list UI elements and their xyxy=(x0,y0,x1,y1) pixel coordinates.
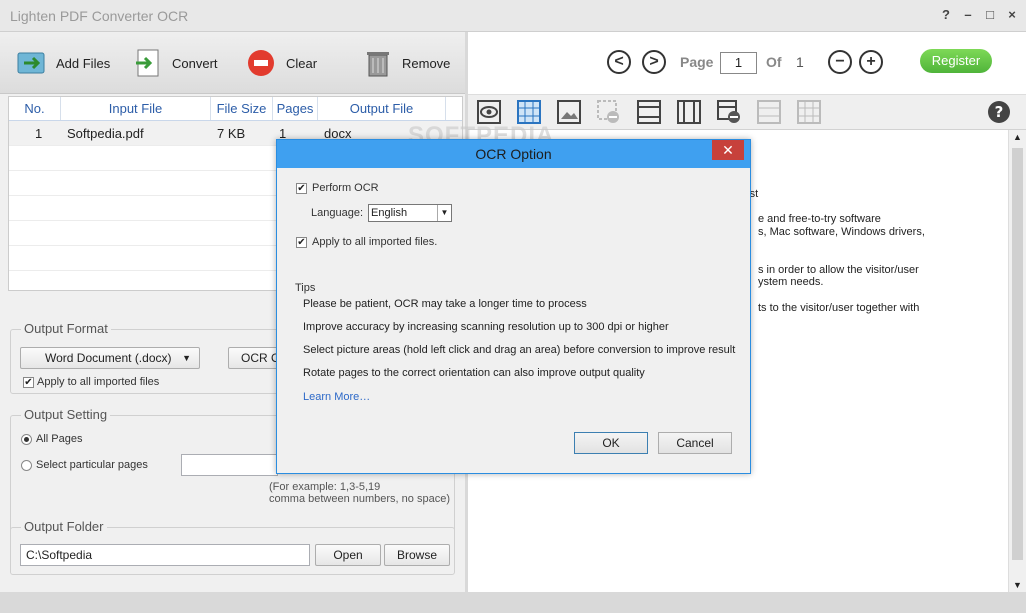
trash-icon xyxy=(362,47,394,79)
window-title: Lighten PDF Converter OCR xyxy=(10,8,189,24)
output-format-select[interactable]: Word Document (.docx) ▼ xyxy=(20,347,200,369)
eye-icon[interactable] xyxy=(477,100,501,124)
output-format-value: Word Document (.docx) xyxy=(45,351,172,365)
doc-line: ystem needs. xyxy=(758,276,824,288)
doc-line: s in order to allow the visitor/user xyxy=(758,264,919,276)
cell-size: 7 KB xyxy=(217,126,246,141)
convert-icon xyxy=(132,47,164,79)
pages-input[interactable] xyxy=(181,454,278,476)
all-pages-radio[interactable] xyxy=(21,434,32,445)
doc-line: ts to the visitor/user together with xyxy=(758,302,920,314)
all-pages-label: All Pages xyxy=(36,433,83,445)
output-format-legend: Output Format xyxy=(21,321,111,336)
browse-folder-button[interactable]: Browse xyxy=(384,544,450,566)
tip-item: Please be patient, OCR may take a longer… xyxy=(303,298,587,310)
remove-region-icon[interactable] xyxy=(717,100,741,124)
open-folder-button[interactable]: Open xyxy=(315,544,381,566)
table-grid-icon xyxy=(797,100,821,124)
cancel-button[interactable]: Cancel xyxy=(658,432,732,454)
image-icon[interactable] xyxy=(557,100,581,124)
total-pages: 1 xyxy=(796,54,804,70)
clear-icon xyxy=(246,47,278,79)
pages-example-2: comma between numbers, no space) xyxy=(269,493,450,505)
cell-input: Softpedia.pdf xyxy=(67,126,144,141)
apply-all-format-label: Apply to all imported files xyxy=(37,376,160,388)
svg-text:?: ? xyxy=(995,103,1004,121)
title-bar: Lighten PDF Converter OCR ? – □ × xyxy=(0,0,1026,32)
main-toolbar: Add Files Convert Clear Remove xyxy=(0,32,465,94)
page-label: Page xyxy=(680,54,714,70)
help-circle-icon[interactable]: ? xyxy=(987,100,1011,124)
ocr-option-dialog: OCR Option ✕ ✔ Perform OCR Language: Eng… xyxy=(276,139,751,474)
of-label: Of xyxy=(766,54,782,70)
scroll-down-icon[interactable]: ▼ xyxy=(1013,580,1022,590)
remove-button[interactable]: Remove xyxy=(362,46,450,80)
output-folder-group: Output Folder C:\Softpedia Open Browse xyxy=(10,519,455,575)
scrollbar-thumb[interactable] xyxy=(1012,148,1023,560)
particular-pages-label: Select particular pages xyxy=(36,459,148,471)
doc-line: s, Mac software, Windows drivers, xyxy=(758,226,925,238)
remove-label: Remove xyxy=(402,55,451,71)
zoom-out-button[interactable]: − xyxy=(828,50,852,74)
next-page-button[interactable]: > xyxy=(642,50,666,74)
language-label: Language: xyxy=(311,207,363,219)
perform-ocr-checkbox[interactable]: ✔ xyxy=(296,183,307,194)
clear-label: Clear xyxy=(286,55,318,71)
prev-page-button[interactable]: < xyxy=(607,50,631,74)
apply-all-format-checkbox[interactable]: ✔ xyxy=(23,377,34,388)
maximize-button[interactable]: □ xyxy=(982,7,998,23)
col-file-size[interactable]: File Size xyxy=(211,97,273,120)
dialog-close-button[interactable]: ✕ xyxy=(712,140,744,160)
col-input-file[interactable]: Input File xyxy=(61,97,211,120)
close-button[interactable]: × xyxy=(1004,7,1020,23)
language-select[interactable]: English ▼ xyxy=(368,204,452,222)
learn-more-link[interactable]: Learn More… xyxy=(303,391,370,403)
clear-button[interactable]: Clear xyxy=(246,46,317,80)
add-files-icon xyxy=(16,47,48,79)
pages-example-1: (For example: 1,3-5,19 xyxy=(269,481,381,493)
col-no[interactable]: No. xyxy=(9,97,61,120)
dialog-title-bar: OCR Option ✕ xyxy=(277,140,750,168)
help-icon[interactable]: ? xyxy=(938,7,954,23)
tip-item: Improve accuracy by increasing scanning … xyxy=(303,321,669,333)
add-files-button[interactable]: Add Files xyxy=(16,46,110,80)
dialog-title: OCR Option xyxy=(475,146,552,162)
status-bar xyxy=(0,592,1026,613)
chevron-down-icon: ▼ xyxy=(437,205,451,221)
add-files-label: Add Files xyxy=(56,55,111,71)
chevron-down-icon: ▼ xyxy=(182,353,191,363)
cell-no: 1 xyxy=(35,126,43,141)
output-setting-legend: Output Setting xyxy=(21,407,111,422)
page-number-input[interactable]: 1 xyxy=(720,52,757,74)
remove-image-icon xyxy=(597,100,621,124)
table-header: No. Input File File Size Pages Output Fi… xyxy=(9,97,462,121)
tips-heading: Tips xyxy=(295,282,316,294)
register-button[interactable]: Register xyxy=(920,49,992,73)
horizontal-region-icon[interactable] xyxy=(637,100,661,124)
tip-item: Select picture areas (hold left click an… xyxy=(303,344,736,356)
scroll-up-icon[interactable]: ▲ xyxy=(1013,132,1022,142)
page-navigation: < > Page 1 Of 1 − + Register xyxy=(468,32,1026,94)
vertical-region-icon[interactable] xyxy=(677,100,701,124)
language-value: English xyxy=(371,207,408,219)
output-folder-input[interactable]: C:\Softpedia xyxy=(20,544,310,566)
apply-all-ocr-label: Apply to all imported files. xyxy=(312,236,438,248)
col-output-file[interactable]: Output File xyxy=(318,97,446,120)
minimize-button[interactable]: – xyxy=(960,7,976,23)
zoom-in-button[interactable]: + xyxy=(859,50,883,74)
table-region-icon xyxy=(757,100,781,124)
convert-button[interactable]: Convert xyxy=(132,46,218,80)
grid-icon[interactable] xyxy=(517,100,541,124)
convert-label: Convert xyxy=(172,55,218,71)
particular-pages-radio[interactable] xyxy=(21,460,32,471)
ok-button[interactable]: OK xyxy=(574,432,648,454)
apply-all-ocr-checkbox[interactable]: ✔ xyxy=(296,237,307,248)
col-pages[interactable]: Pages xyxy=(273,97,318,120)
vertical-scrollbar[interactable]: ▲ ▼ xyxy=(1008,130,1026,592)
tip-item: Rotate pages to the correct orientation … xyxy=(303,367,645,379)
perform-ocr-label: Perform OCR xyxy=(312,182,379,194)
output-folder-legend: Output Folder xyxy=(21,519,107,534)
doc-line: e and free-to-try software xyxy=(758,213,881,225)
